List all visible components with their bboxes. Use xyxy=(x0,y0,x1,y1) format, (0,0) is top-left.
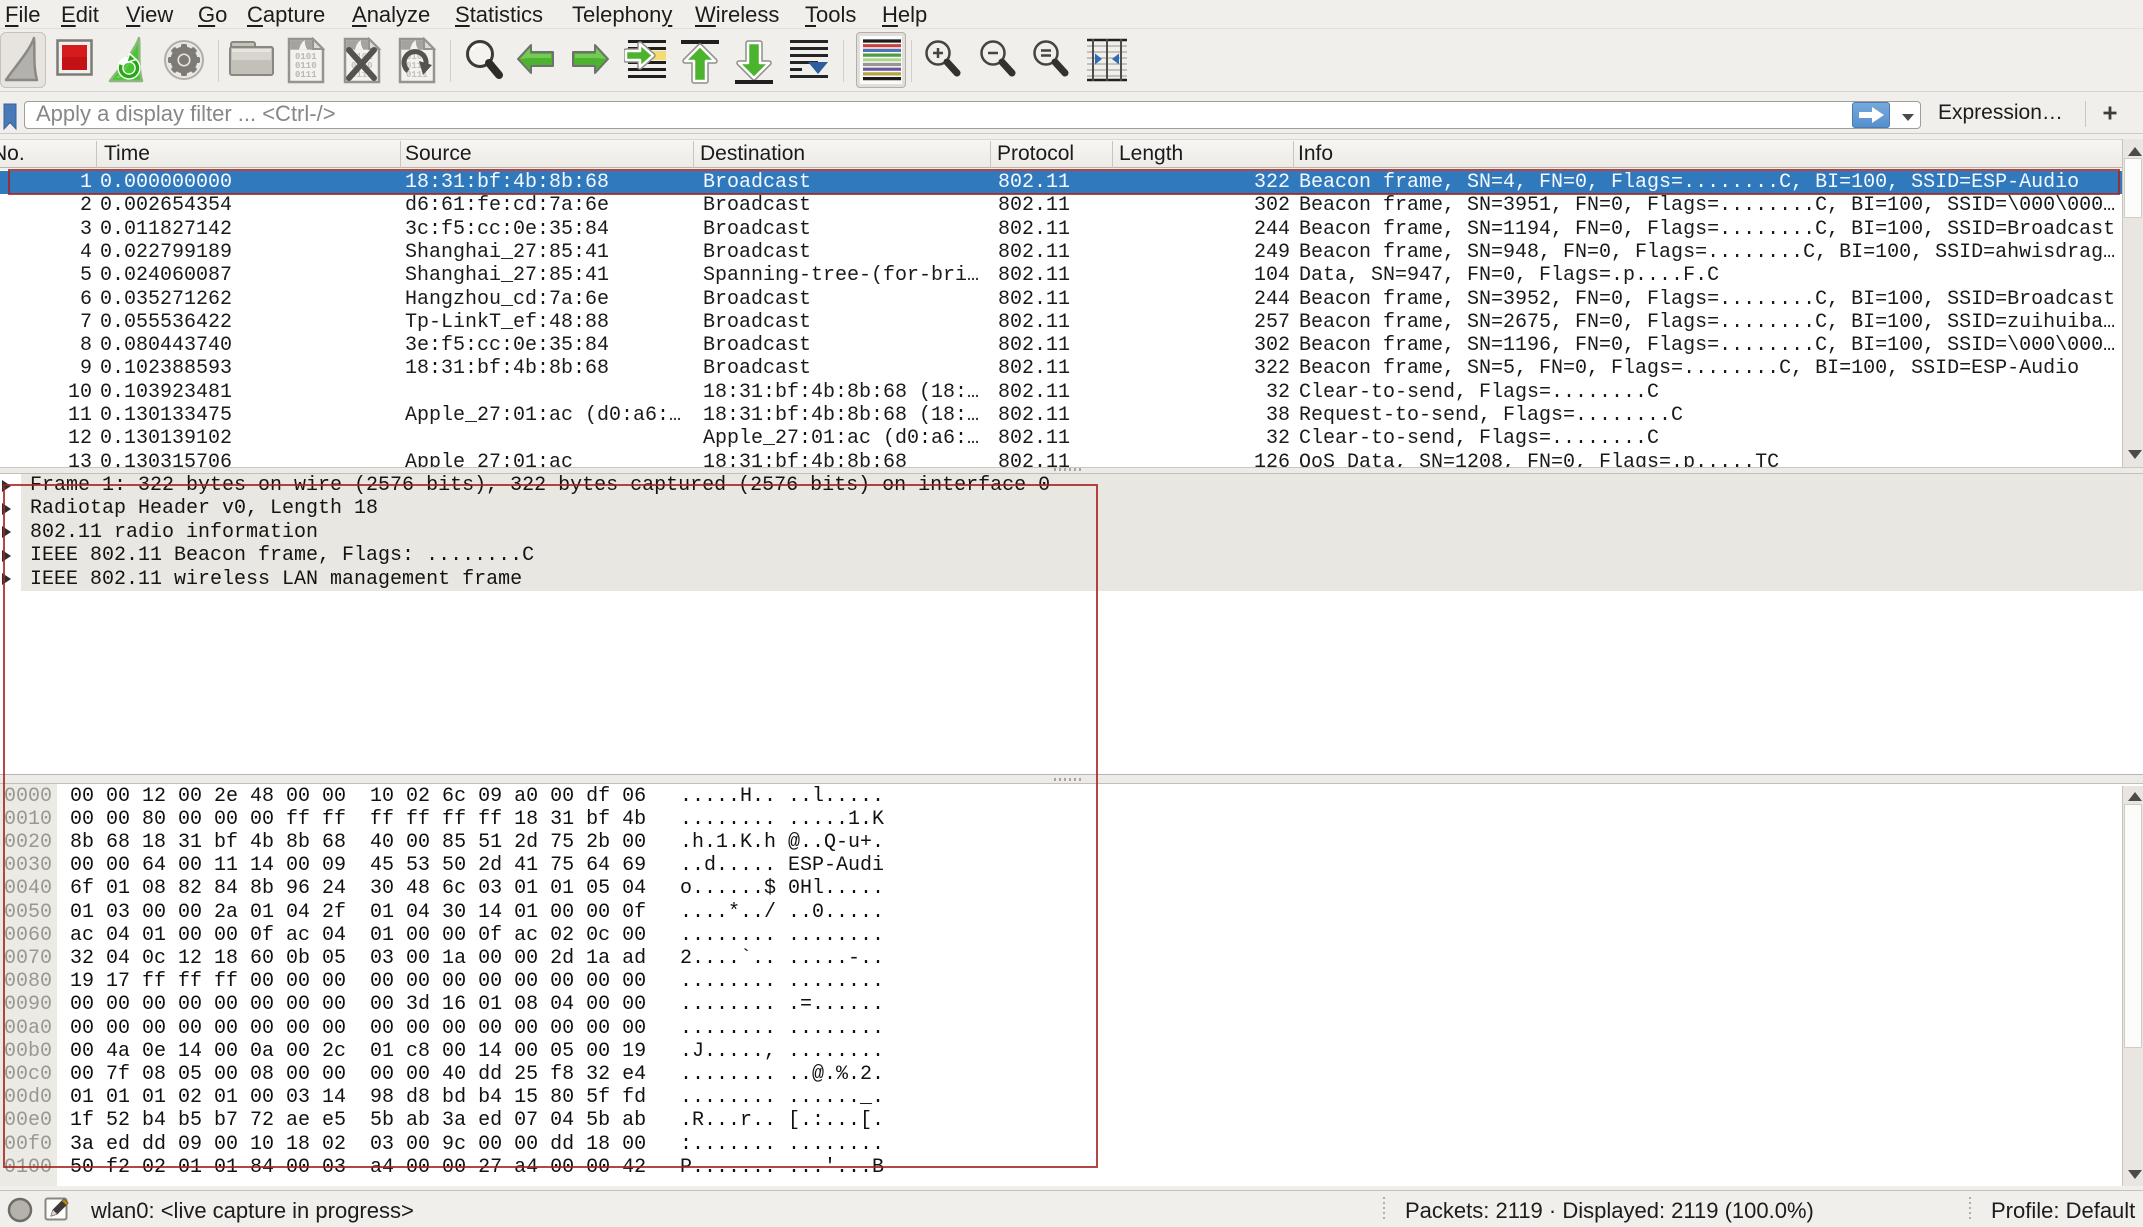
svg-text:0111: 0111 xyxy=(295,70,317,80)
